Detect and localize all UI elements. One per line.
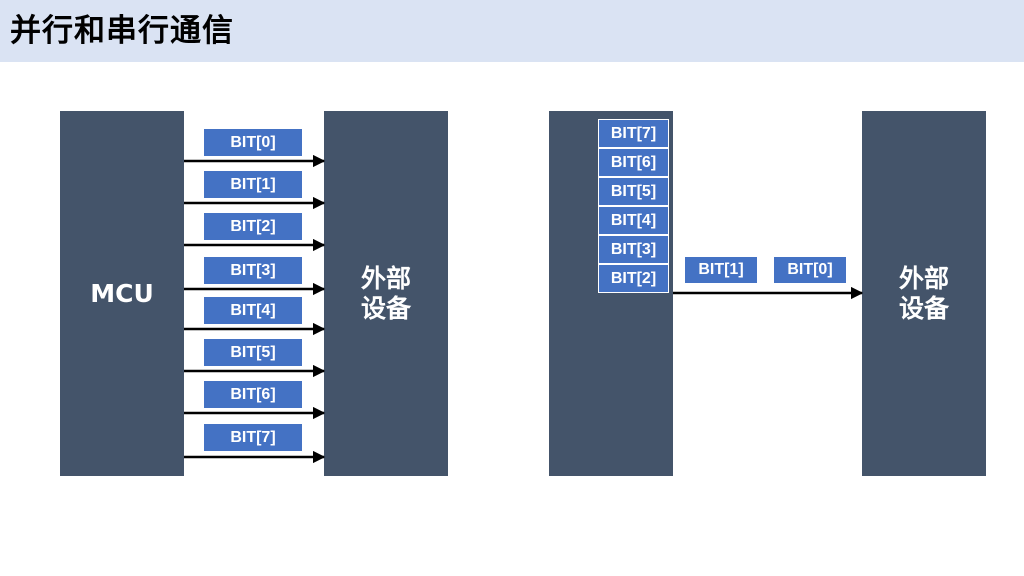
arrows-layer — [184, 154, 864, 464]
